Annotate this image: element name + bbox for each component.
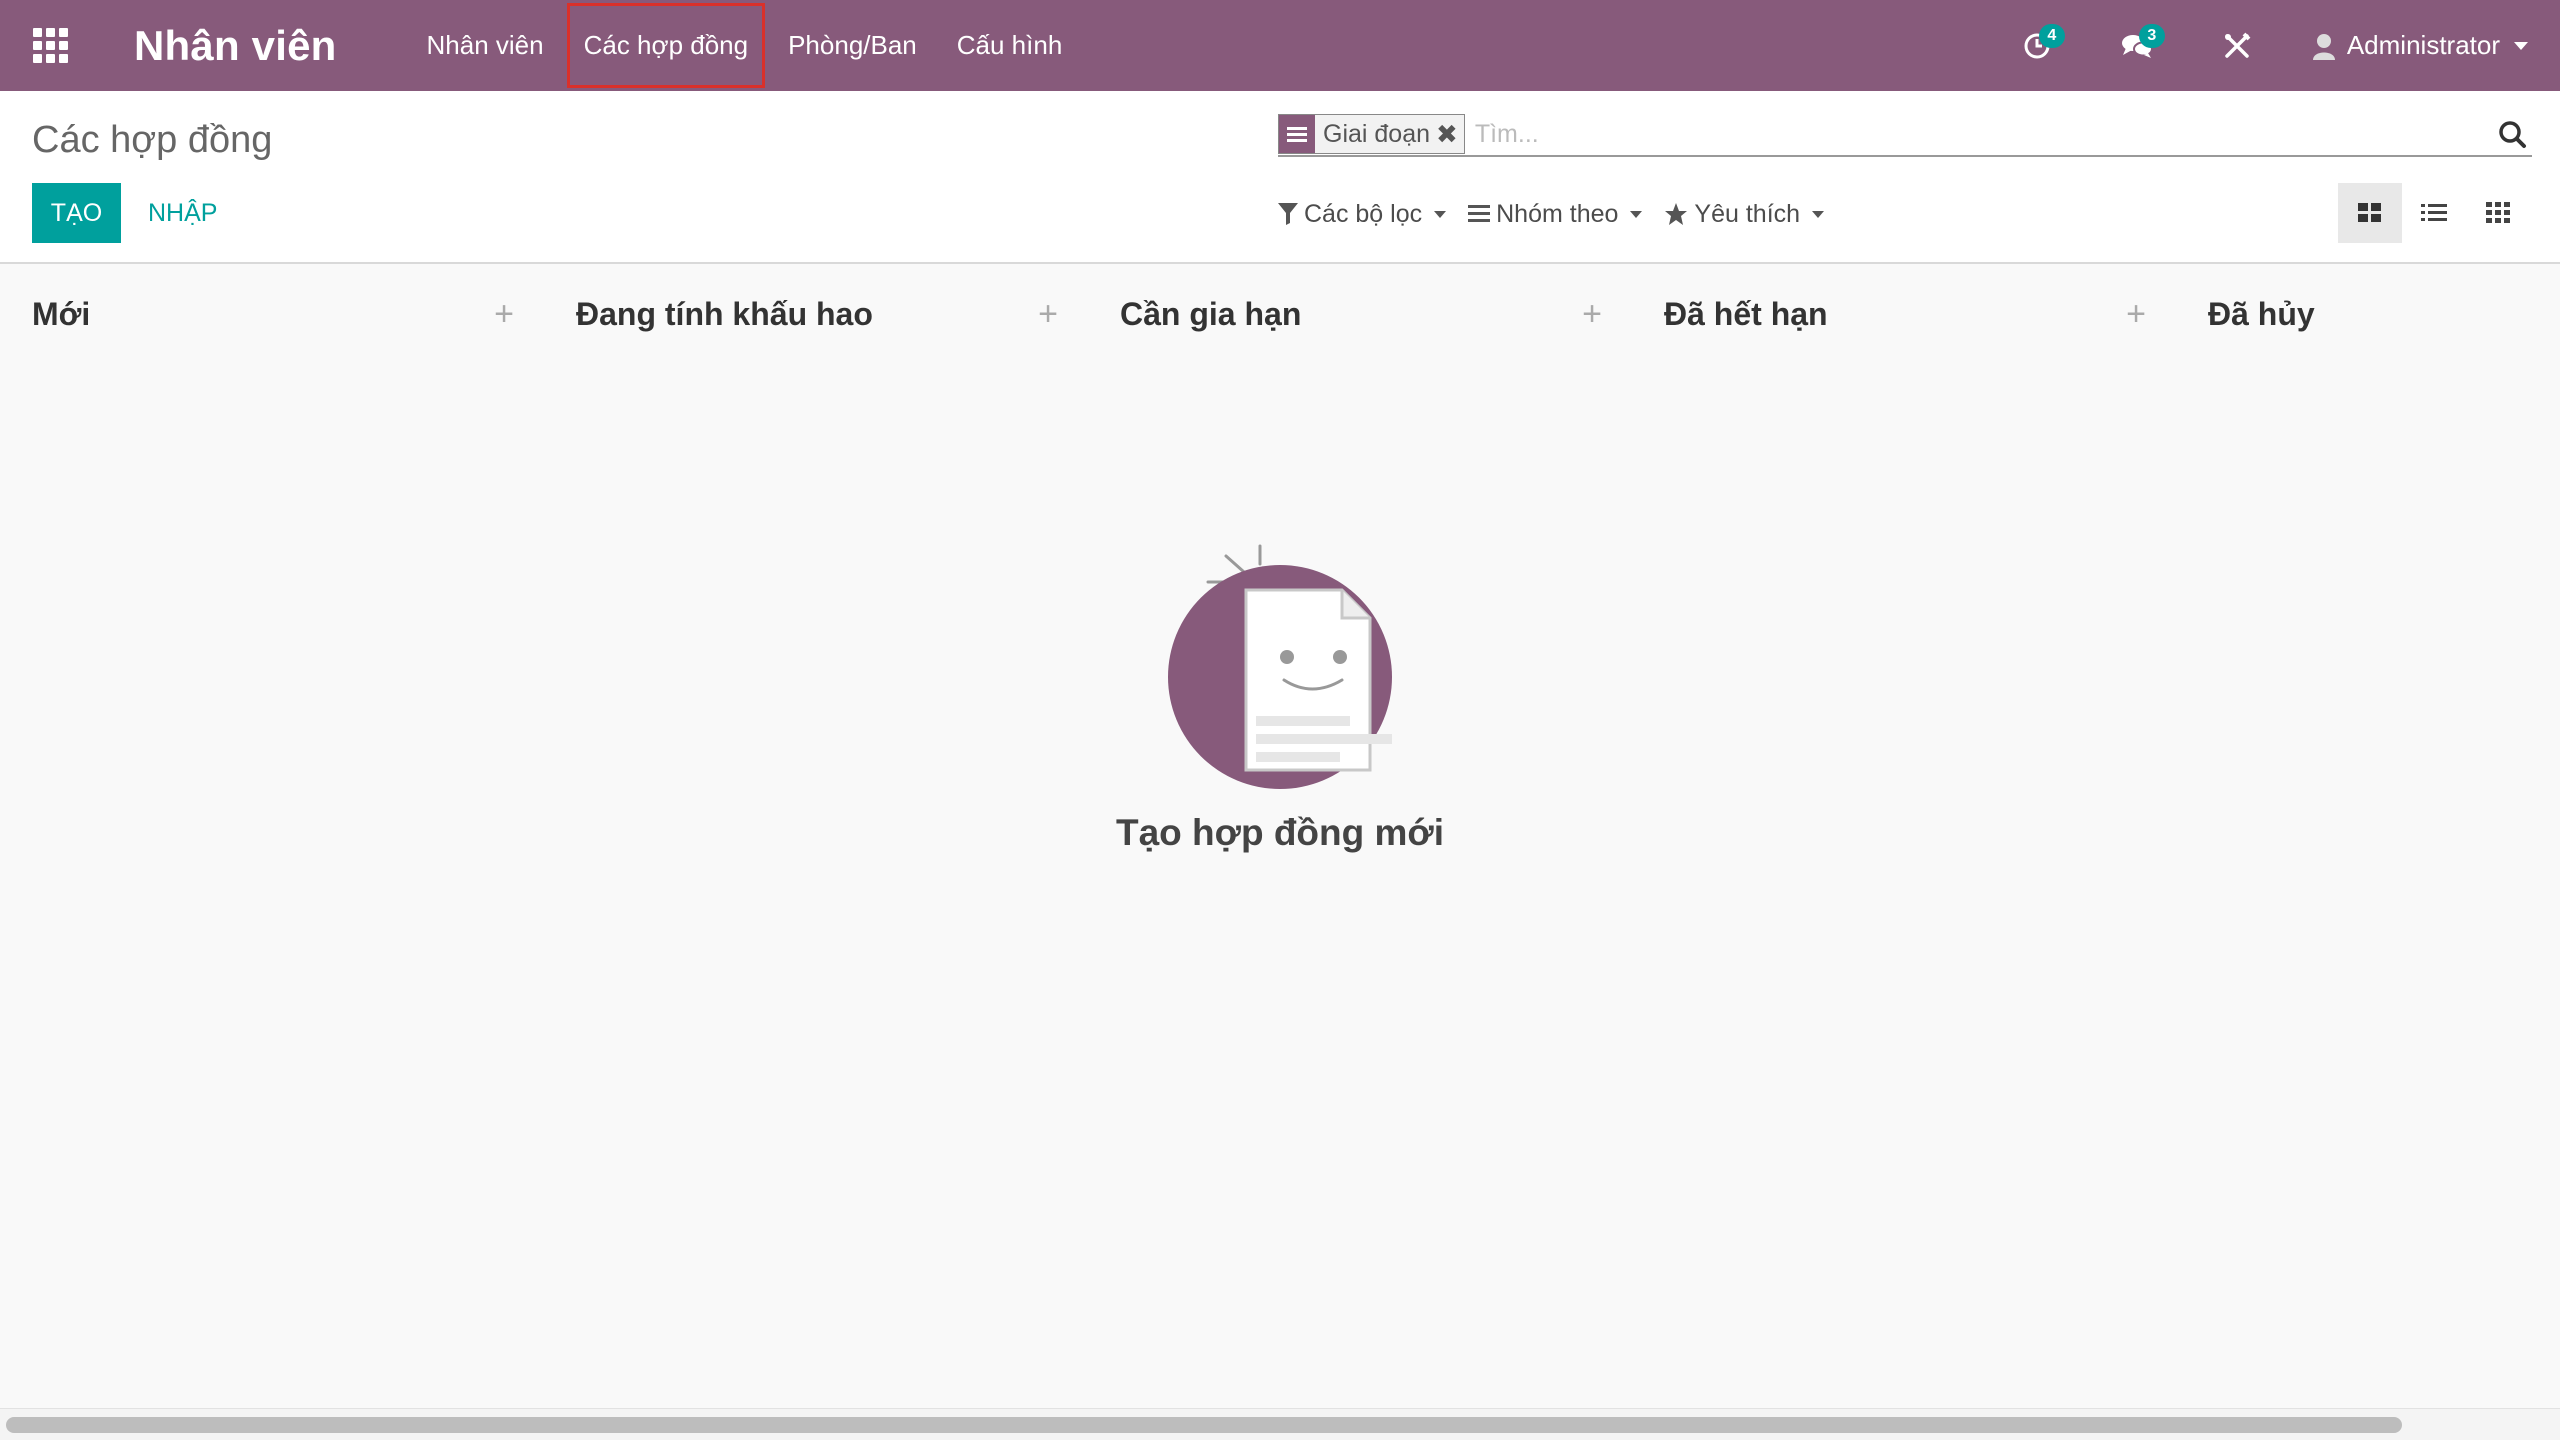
messages-button[interactable]: 3 [2087, 0, 2187, 91]
scrollbar-thumb[interactable] [6, 1417, 2402, 1433]
kanban-icon [2358, 203, 2381, 222]
pivot-view-button[interactable] [2466, 183, 2530, 243]
quick-create-button[interactable]: + [1576, 295, 1608, 334]
chevron-down-icon [2514, 41, 2528, 50]
column-title: Mới [32, 295, 91, 332]
column-title: Cần gia hạn [1120, 295, 1302, 332]
list-icon [1468, 205, 1491, 223]
chevron-down-icon [1812, 210, 1825, 218]
apps-grid-icon [32, 28, 68, 63]
search-options: Các bộ lọc Nhóm theo Yêu thích [1278, 196, 1846, 232]
column-title: Đang tính khấu hao [576, 295, 873, 332]
favorites-label: Yêu thích [1694, 199, 1801, 228]
kanban-column-header: Đã hủy [2208, 294, 2528, 334]
filters-dropdown[interactable]: Các bộ lọc [1278, 199, 1447, 229]
menu-employees[interactable]: Nhân viên [407, 0, 564, 91]
quick-create-button[interactable]: + [488, 295, 520, 334]
systray: 4 3 Administrator [1987, 0, 2560, 91]
kanban-column-header: Cần gia hạn + [1120, 294, 1608, 334]
kanban-board: Mới + Đang tính khấu hao + Cần gia hạn +… [0, 264, 2560, 1408]
app-title: Nhân viên [134, 21, 337, 69]
apps-menu-button[interactable] [0, 0, 100, 91]
kanban-view-button[interactable] [2338, 183, 2402, 243]
import-button[interactable]: NHẬP [138, 183, 227, 243]
user-name: Administrator [2346, 30, 2500, 60]
menu-configuration[interactable]: Cấu hình [937, 0, 1083, 91]
quick-create-button[interactable]: + [2120, 295, 2152, 334]
debug-tools-button[interactable] [2187, 0, 2287, 91]
main-menu: Nhân viên Các hợp đồng Phòng/Ban Cấu hìn… [407, 0, 1083, 91]
activity-count-badge: 4 [2038, 24, 2065, 48]
filters-label: Các bộ lọc [1304, 199, 1423, 228]
search-bar: Giai đoạn ✖ [1278, 113, 2532, 157]
kanban-column-header: Mới + [32, 294, 520, 334]
chevron-down-icon [1434, 210, 1447, 218]
groupby-dropdown[interactable]: Nhóm theo [1468, 199, 1643, 229]
empty-document-illustration [1168, 544, 1392, 789]
empty-state-helper: Tạo hợp đồng mới [1100, 520, 1460, 854]
list-view-icon [2421, 204, 2447, 221]
view-switcher [2338, 183, 2530, 243]
user-menu[interactable]: Administrator [2287, 0, 2560, 91]
horizontal-scrollbar[interactable] [0, 1408, 2560, 1440]
filter-icon [1278, 203, 1298, 225]
search-facet-groupby: Giai đoạn ✖ [1278, 114, 1465, 154]
list-view-button[interactable] [2402, 183, 2466, 243]
column-title: Đã hủy [2208, 295, 2315, 332]
groupby-label: Nhóm theo [1496, 199, 1619, 228]
chevron-down-icon [1630, 210, 1643, 218]
user-avatar-icon [2312, 33, 2335, 60]
menu-contracts[interactable]: Các hợp đồng [564, 0, 769, 91]
control-panel: Các hợp đồng TẠO NHẬP Giai đoạn ✖ Các bộ… [0, 91, 2560, 264]
create-button[interactable]: TẠO [32, 183, 121, 243]
star-icon [1664, 202, 1688, 226]
breadcrumb: Các hợp đồng [32, 119, 273, 161]
column-title: Đã hết hạn [1664, 295, 1828, 332]
messages-count-badge: 3 [2138, 24, 2165, 48]
group-by-icon [1279, 115, 1315, 153]
empty-state-title: Tạo hợp đồng mới [1115, 812, 1444, 853]
kanban-column-header: Đã hết hạn + [1664, 294, 2152, 334]
activity-button[interactable]: 4 [1987, 0, 2087, 91]
favorites-dropdown[interactable]: Yêu thích [1664, 199, 1825, 229]
search-input[interactable] [1474, 119, 2492, 149]
tools-icon [2224, 32, 2251, 58]
quick-create-button[interactable]: + [1032, 295, 1064, 334]
facet-value: Giai đoạn [1323, 119, 1431, 148]
kanban-column-header: Đang tính khấu hao + [576, 294, 1064, 334]
search-icon[interactable] [2492, 114, 2532, 154]
top-navbar: Nhân viên Nhân viên Các hợp đồng Phòng/B… [0, 0, 2560, 91]
remove-facet-icon[interactable]: ✖ [1436, 115, 1464, 153]
menu-departments[interactable]: Phòng/Ban [768, 0, 937, 91]
grid-icon [2486, 202, 2510, 223]
